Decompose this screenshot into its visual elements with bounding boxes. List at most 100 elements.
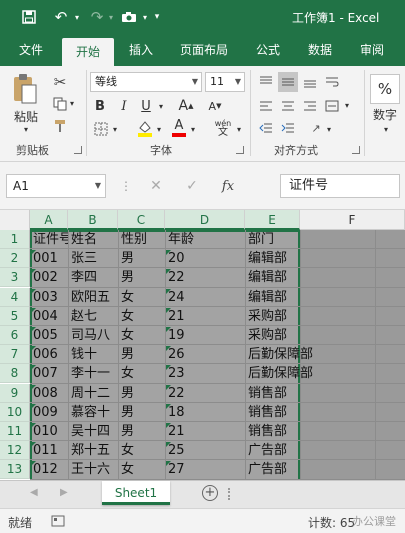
row-header-9[interactable]: 9 bbox=[0, 383, 30, 403]
prev-sheet-icon[interactable]: ◀ bbox=[30, 487, 38, 498]
column-header-f[interactable]: F bbox=[300, 210, 405, 230]
row-header-5[interactable]: 5 bbox=[0, 306, 30, 326]
copy-icon[interactable] bbox=[50, 94, 70, 114]
cell-b12[interactable]: 郑十五 bbox=[68, 441, 118, 460]
phonetic-button[interactable]: wén 文 bbox=[212, 118, 234, 138]
tab-formulas[interactable]: 公式 bbox=[246, 34, 290, 66]
column-header-e[interactable]: E bbox=[245, 210, 300, 230]
font-launcher-icon[interactable] bbox=[236, 146, 244, 154]
fill-color-icon[interactable] bbox=[136, 118, 154, 138]
underline-dropdown-icon[interactable]: ▾ bbox=[156, 98, 166, 114]
row-header-6[interactable]: 6 bbox=[0, 326, 30, 345]
tab-page-layout[interactable]: 页面布局 bbox=[170, 34, 238, 66]
font-color-dropdown-icon[interactable]: ▾ bbox=[188, 124, 198, 134]
font-name-combo[interactable]: 等线 ▼ bbox=[90, 72, 202, 92]
italic-button[interactable]: I bbox=[114, 96, 134, 116]
undo-icon[interactable]: ↶ bbox=[50, 6, 72, 28]
cell-d7[interactable]: 26 bbox=[165, 345, 245, 364]
save-icon[interactable] bbox=[18, 6, 40, 28]
cell-e10[interactable]: 销售部 bbox=[245, 403, 287, 422]
percent-style-icon[interactable]: % bbox=[370, 74, 400, 104]
cell-c3[interactable]: 男 bbox=[118, 268, 165, 287]
cell-c8[interactable]: 女 bbox=[118, 364, 165, 383]
clipboard-launcher-icon[interactable] bbox=[74, 146, 82, 154]
row-header-4[interactable]: 4 bbox=[0, 287, 30, 307]
tab-file[interactable]: 文件 bbox=[8, 34, 54, 66]
cell-b9[interactable]: 周十二 bbox=[68, 384, 118, 403]
cell-c1[interactable]: 性别 bbox=[118, 230, 165, 249]
font-color-button[interactable]: A bbox=[170, 118, 188, 138]
cell-b1[interactable]: 姓名 bbox=[68, 230, 118, 249]
name-box[interactable]: A1 ▼ bbox=[6, 174, 106, 198]
next-sheet-icon[interactable]: ▶ bbox=[60, 487, 68, 498]
cell-e2[interactable]: 编辑部 bbox=[245, 249, 287, 268]
row-header-10[interactable]: 10 bbox=[0, 402, 30, 422]
cell-d4[interactable]: 24 bbox=[165, 288, 245, 307]
cell-b11[interactable]: 吴十四 bbox=[68, 422, 118, 441]
tab-home[interactable]: 开始 bbox=[62, 38, 114, 66]
cell-c12[interactable]: 女 bbox=[118, 441, 165, 460]
cell-d11[interactable]: 21 bbox=[165, 422, 245, 441]
increase-indent-icon[interactable] bbox=[278, 118, 298, 138]
tab-insert[interactable]: 插入 bbox=[118, 34, 164, 66]
row-header-7[interactable]: 7 bbox=[0, 345, 30, 365]
cell-d6[interactable]: 19 bbox=[165, 326, 245, 345]
tab-data[interactable]: 数据 bbox=[298, 34, 342, 66]
redo-icon[interactable]: ↷ bbox=[86, 6, 108, 28]
cell-e6[interactable]: 采购部 bbox=[245, 326, 287, 345]
align-right-icon[interactable] bbox=[300, 96, 320, 116]
column-header-b[interactable]: B bbox=[68, 210, 118, 230]
cut-icon[interactable]: ✂ bbox=[50, 72, 70, 92]
phonetic-dropdown-icon[interactable]: ▾ bbox=[234, 124, 244, 134]
cell-c6[interactable]: 女 bbox=[118, 326, 165, 345]
cell-e12[interactable]: 广告部 bbox=[245, 441, 287, 460]
align-top-icon[interactable] bbox=[256, 72, 276, 92]
border-dropdown-icon[interactable]: ▾ bbox=[110, 124, 120, 134]
cell-d9[interactable]: 22 bbox=[165, 384, 245, 403]
cell-c10[interactable]: 男 bbox=[118, 403, 165, 422]
row-header-13[interactable]: 13 bbox=[0, 460, 30, 480]
cancel-icon[interactable]: ✕ bbox=[144, 174, 168, 198]
cell-c5[interactable]: 女 bbox=[118, 307, 165, 326]
row-header-3[interactable]: 3 bbox=[0, 268, 30, 288]
column-header-d[interactable]: D bbox=[165, 210, 245, 230]
cell-b7[interactable]: 钱十 bbox=[68, 345, 118, 364]
merge-center-icon[interactable] bbox=[322, 96, 342, 116]
undo-dropdown-icon[interactable]: ▾ bbox=[72, 6, 82, 28]
format-painter-icon[interactable] bbox=[50, 116, 70, 136]
paste-dropdown-icon[interactable]: ▾ bbox=[18, 124, 34, 134]
cell-b6[interactable]: 司马八 bbox=[68, 326, 118, 345]
underline-button[interactable]: U bbox=[136, 96, 156, 116]
cell-d2[interactable]: 20 bbox=[165, 249, 245, 268]
cell-d10[interactable]: 18 bbox=[165, 403, 245, 422]
cell-e7[interactable]: 后勤保障部 bbox=[245, 345, 313, 364]
number-dropdown-icon[interactable]: ▾ bbox=[380, 124, 392, 134]
cell-e13[interactable]: 广告部 bbox=[245, 460, 287, 479]
add-sheet-icon[interactable]: + bbox=[202, 485, 218, 501]
row-header-12[interactable]: 12 bbox=[0, 441, 30, 461]
column-header-a[interactable]: A bbox=[30, 210, 68, 230]
alignment-launcher-icon[interactable] bbox=[352, 146, 360, 154]
cell-e11[interactable]: 销售部 bbox=[245, 422, 287, 441]
insert-function-button[interactable]: fx bbox=[216, 174, 240, 198]
cell-b3[interactable]: 李四 bbox=[68, 268, 118, 287]
row-header-1[interactable]: 1 bbox=[0, 230, 30, 249]
tab-split-handle[interactable] bbox=[228, 488, 230, 500]
customize-qat-icon[interactable]: ▾ bbox=[150, 6, 164, 28]
cell-e1[interactable]: 部门 bbox=[245, 230, 274, 249]
cell-d1[interactable]: 年龄 bbox=[165, 230, 245, 249]
cell-d3[interactable]: 22 bbox=[165, 268, 245, 287]
row-header-2[interactable]: 2 bbox=[0, 249, 30, 269]
cell-e9[interactable]: 销售部 bbox=[245, 384, 287, 403]
bold-button[interactable]: B bbox=[90, 96, 110, 116]
grow-font-button[interactable]: A ▲ bbox=[176, 96, 196, 116]
cell-c7[interactable]: 男 bbox=[118, 345, 165, 364]
wrap-text-icon[interactable] bbox=[322, 72, 342, 92]
cell-d8[interactable]: 23 bbox=[165, 364, 245, 383]
orientation-icon[interactable]: ↗ bbox=[306, 118, 326, 138]
decrease-indent-icon[interactable] bbox=[256, 118, 276, 138]
cell-e8[interactable]: 后勤保障部 bbox=[245, 364, 313, 383]
cell-e4[interactable]: 编辑部 bbox=[245, 288, 287, 307]
tab-review[interactable]: 审阅 bbox=[350, 34, 394, 66]
cell-e5[interactable]: 采购部 bbox=[245, 307, 287, 326]
